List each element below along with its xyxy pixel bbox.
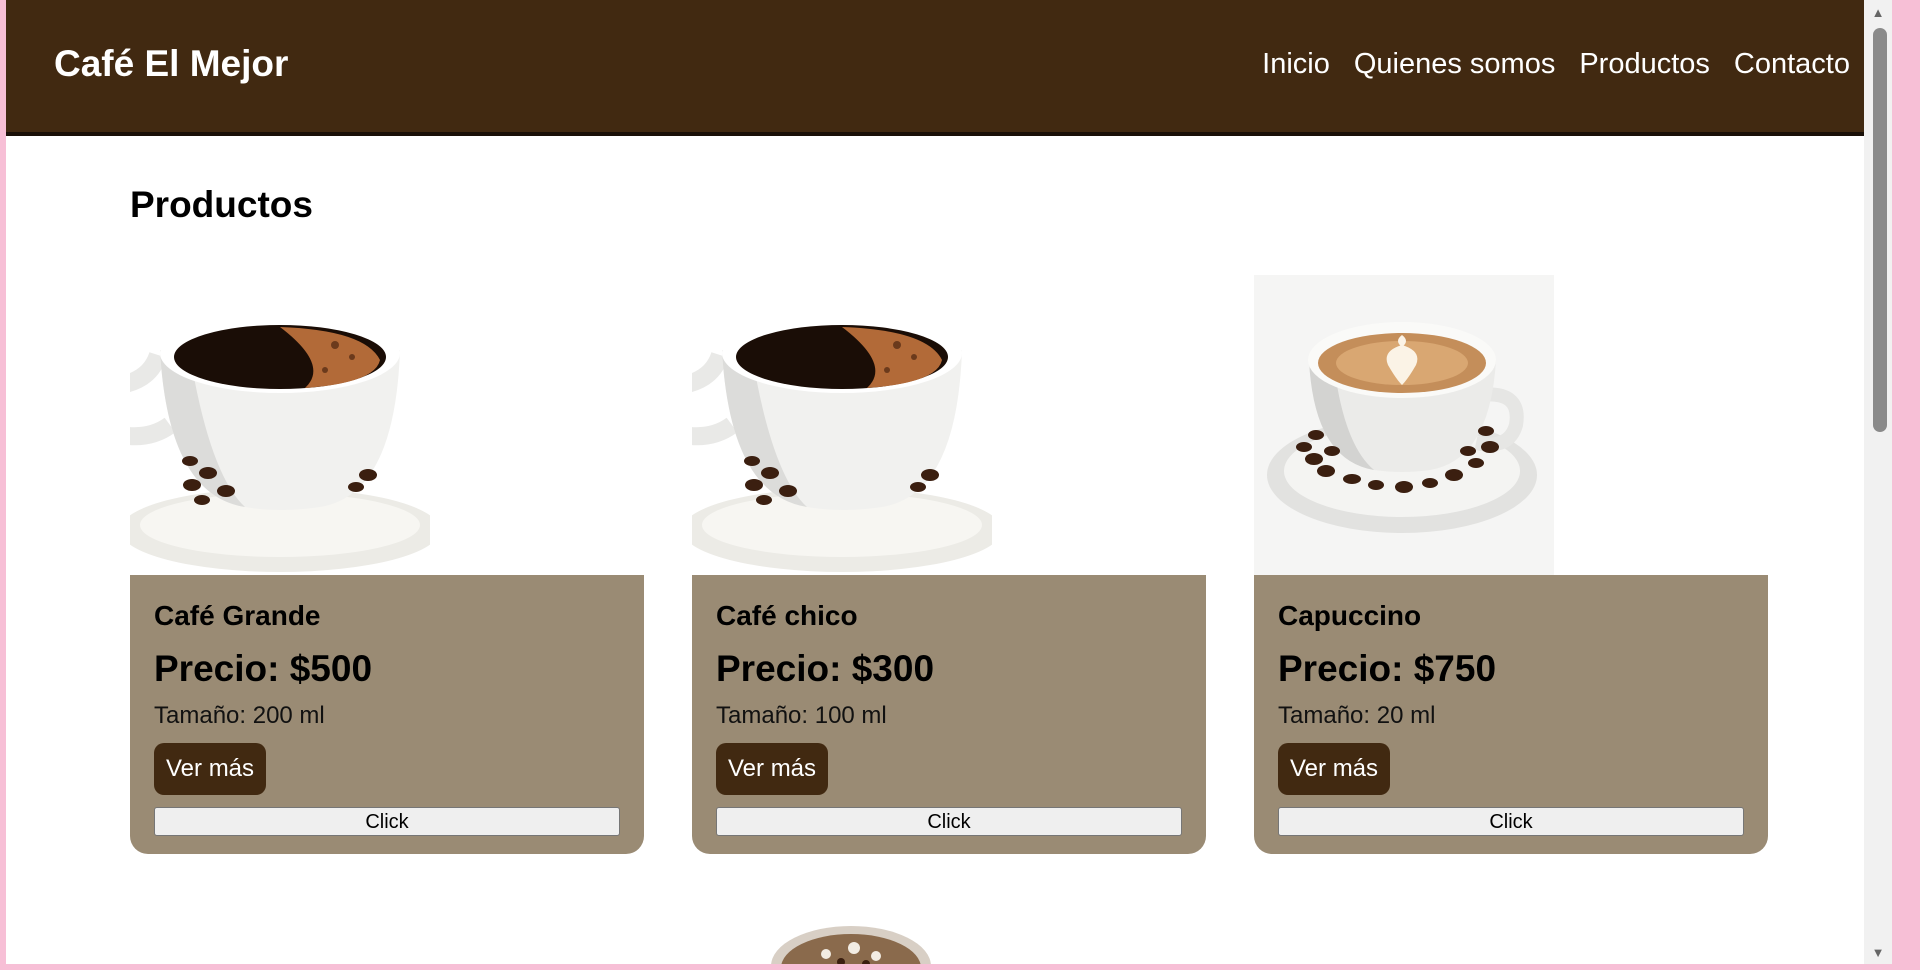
- product-price: Precio: $750: [1278, 648, 1497, 689]
- ver-mas-button[interactable]: Ver más: [1278, 743, 1391, 795]
- product-image-cappuccino: [1254, 275, 1554, 575]
- product-card-body: Café chico Precio: $300 Tamaño: 100 ml V…: [692, 575, 1206, 854]
- browser-viewport: Café El Mejor Inicio Quienes somos Produ…: [6, 0, 1892, 964]
- ver-mas-button[interactable]: Ver más: [154, 743, 267, 795]
- nav-link-productos[interactable]: Productos: [1579, 44, 1710, 84]
- product-card: Café chico Precio: $300 Tamaño: 100 ml V…: [692, 275, 1206, 854]
- product-name: Capuccino: [1278, 600, 1422, 631]
- main-nav: Inicio Quienes somos Productos Contacto: [1262, 44, 1850, 84]
- product-image-partial: [766, 918, 936, 964]
- click-button[interactable]: Click: [154, 807, 620, 836]
- nav-link-inicio[interactable]: Inicio: [1262, 44, 1330, 84]
- product-image-black-coffee: [130, 275, 430, 575]
- product-size: Tamaño: 100 ml: [716, 702, 887, 729]
- product-size: Tamaño: 200 ml: [154, 702, 325, 729]
- ver-mas-button[interactable]: Ver más: [716, 743, 829, 795]
- product-card-body: Café Grande Precio: $500 Tamaño: 200 ml …: [130, 575, 644, 854]
- product-card: Café Grande Precio: $500 Tamaño: 200 ml …: [130, 275, 644, 854]
- product-card: Capuccino Precio: $750 Tamaño: 20 ml Ver…: [1254, 275, 1768, 854]
- product-name: Café chico: [716, 600, 858, 631]
- nav-link-quienes-somos[interactable]: Quienes somos: [1354, 44, 1556, 84]
- product-name: Café Grande: [154, 600, 321, 631]
- click-button[interactable]: Click: [1278, 807, 1744, 836]
- click-button[interactable]: Click: [716, 807, 1182, 836]
- product-image-black-coffee: [692, 275, 992, 575]
- product-size: Tamaño: 20 ml: [1278, 702, 1436, 729]
- product-price: Precio: $500: [154, 648, 373, 689]
- triangle-down-icon[interactable]: ▼: [1864, 942, 1892, 962]
- page-title: Productos: [130, 184, 313, 225]
- site-header: Café El Mejor Inicio Quienes somos Produ…: [6, 0, 1892, 136]
- nav-link-contacto[interactable]: Contacto: [1734, 44, 1850, 84]
- product-card-body: Capuccino Precio: $750 Tamaño: 20 ml Ver…: [1254, 575, 1768, 854]
- scrollbar-thumb[interactable]: [1873, 28, 1887, 432]
- product-price: Precio: $300: [716, 648, 935, 689]
- brand-logo[interactable]: Café El Mejor: [54, 42, 288, 86]
- triangle-up-icon[interactable]: ▲: [1864, 2, 1892, 22]
- vertical-scrollbar[interactable]: ▲ ▼: [1864, 0, 1892, 964]
